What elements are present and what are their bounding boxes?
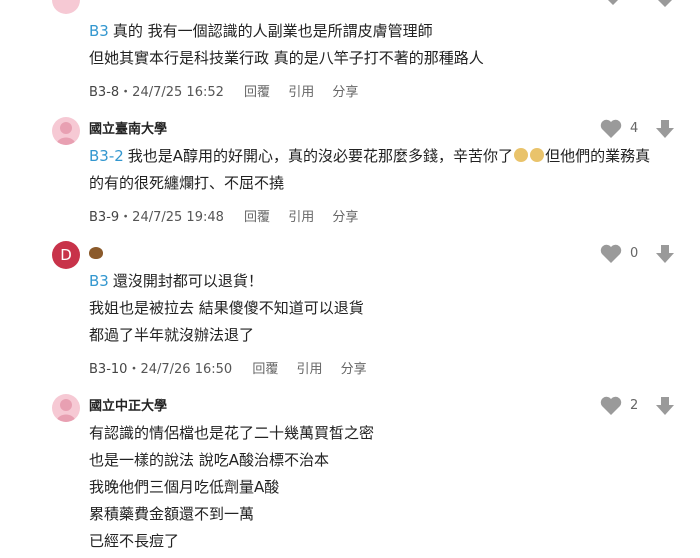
sweat-smile-emoji [514, 148, 529, 162]
share-button[interactable]: 分享 [341, 358, 367, 377]
comment-text: 的有的很死纏爛打、不屈不撓 [89, 174, 285, 192]
comment-meta: B3-10・24/7/26 16:50 回覆 引用 分享 [89, 358, 367, 377]
reaction-bar: 2 [600, 396, 680, 418]
heart-icon[interactable] [600, 396, 622, 420]
quote-button[interactable]: 引用 [288, 206, 314, 225]
floor-number: B3-9 [89, 210, 120, 225]
avatar[interactable] [52, 394, 80, 422]
meta-separator: ・ [127, 362, 141, 377]
floor-number: B3-10 [89, 362, 128, 377]
comment-text: 但她其實本行是科技業行政 真的是八竿子打不著的那種路人 [89, 49, 484, 67]
comment-text: 我也是A醇用的好開心，真的沒必要花那麼多錢，辛苦你了 [127, 147, 514, 165]
timestamp: 24/7/25 19:48 [132, 210, 224, 225]
share-button[interactable]: 分享 [332, 206, 358, 225]
comment-line: 我晚他們三個月吃低劑量A酸 [89, 478, 280, 496]
heart-icon[interactable] [600, 244, 622, 268]
avatar[interactable] [52, 117, 80, 145]
reaction-bar: 4 [600, 119, 680, 141]
comment-line: 已經不長痘了 [89, 532, 180, 550]
bear-icon [89, 244, 103, 263]
downvote-icon[interactable] [655, 119, 675, 143]
comment-text: 真的 我有一個認識的人副業也是所謂皮膚管理師 [112, 22, 433, 40]
comment-text: 但他們的業務真 [545, 147, 651, 165]
like-count: 4 [630, 121, 639, 136]
quote-button[interactable]: 引用 [296, 358, 322, 377]
avatar[interactable]: D [52, 241, 80, 269]
heart-icon[interactable] [604, 0, 622, 5]
comment-line: B3 還沒開封都可以退貨！ [89, 270, 263, 291]
mention-link[interactable]: B3 [89, 22, 109, 40]
author-name: 國立中正大學 [89, 399, 168, 414]
share-button[interactable]: 分享 [332, 81, 358, 100]
heart-icon[interactable] [600, 119, 622, 143]
timestamp: 24/7/26 16:50 [140, 362, 233, 377]
comment-line: 也是一樣的說法 說吃A酸治標不治本 [89, 451, 330, 469]
comment-meta: B3-9・24/7/25 19:48 回覆 引用 分享 [89, 206, 358, 225]
timestamp: 24/7/25 16:52 [132, 85, 224, 100]
meta-separator: ・ [119, 210, 133, 225]
comment-feed: B3 真的 我有一個認識的人副業也是所謂皮膚管理師 但她其實本行是科技業行政 真的… [0, 0, 700, 558]
meta-separator: ・ [119, 85, 133, 100]
comment-text: 都過了半年就沒辦法退了 [89, 326, 255, 344]
comment-line: 我姐也是被拉去 結果傻傻不知道可以退貨 [89, 297, 364, 318]
comment-text: 還沒開封都可以退貨！ [112, 272, 263, 290]
avatar[interactable] [52, 0, 80, 14]
downvote-icon[interactable] [655, 244, 675, 268]
comment-line: 有認識的情侶檔也是花了二十幾萬買皙之密 [89, 424, 375, 442]
comment-line: 的有的很死纏爛打、不屈不撓 [89, 172, 284, 193]
comment-line: 都過了半年就沒辦法退了 [89, 324, 254, 345]
comment-line: 累積藥費金額還不到一萬 [89, 505, 255, 523]
comment-text: 我姐也是被拉去 結果傻傻不知道可以退貨 [89, 299, 364, 317]
reaction-bar: 0 [600, 244, 680, 266]
mention-link[interactable]: B3 [89, 272, 109, 290]
mention-link[interactable]: B3-2 [89, 147, 124, 165]
comment-line: B3-2 我也是A醇用的好開心，真的沒必要花那麼多錢，辛苦你了 但他們的業務真 [89, 145, 650, 166]
reply-button[interactable]: 回覆 [252, 358, 278, 377]
reply-button[interactable]: 回覆 [244, 206, 270, 225]
quote-button[interactable]: 引用 [288, 81, 314, 100]
sweat-smile-emoji [530, 148, 545, 162]
comment-line: 但她其實本行是科技業行政 真的是八竿子打不著的那種路人 [89, 47, 484, 68]
downvote-icon[interactable] [657, 0, 673, 7]
floor-number: B3-8 [89, 85, 120, 100]
reply-button[interactable]: 回覆 [244, 81, 270, 100]
comment-meta: B3-8・24/7/25 16:52 回覆 引用 分享 [89, 81, 358, 100]
like-count: 0 [630, 246, 639, 261]
comment-line: B3 真的 我有一個認識的人副業也是所謂皮膚管理師 [89, 20, 433, 41]
downvote-icon[interactable] [655, 396, 675, 420]
author-name: 國立臺南大學 [89, 122, 168, 137]
like-count: 2 [630, 398, 639, 413]
